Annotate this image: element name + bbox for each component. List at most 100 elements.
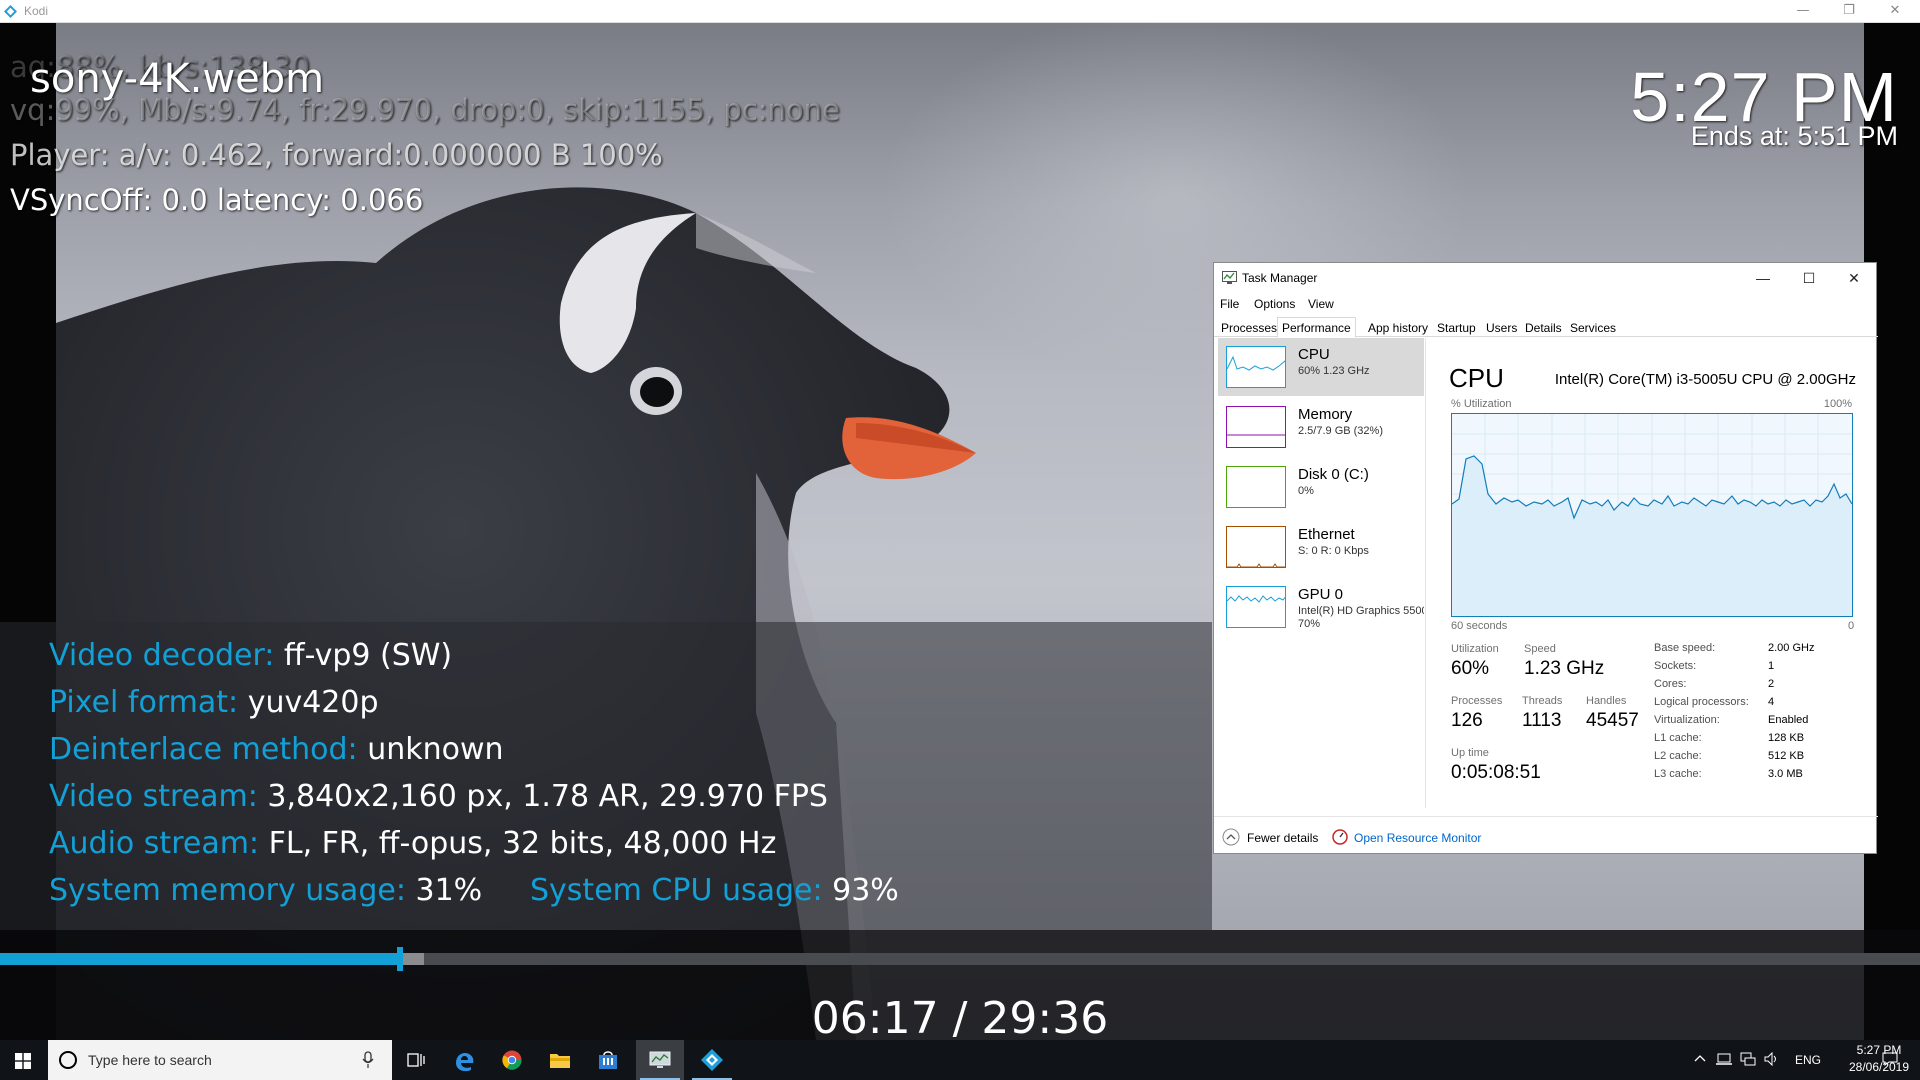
taskbar-store[interactable]	[584, 1040, 632, 1080]
task-view-icon	[407, 1053, 425, 1067]
taskbar: Type here to search ENG 5:27 PM 28/06/20…	[0, 1040, 1920, 1080]
start-button[interactable]	[0, 1040, 48, 1080]
cortana-icon	[59, 1051, 77, 1069]
tm-close-button[interactable]: ✕	[1832, 265, 1876, 291]
resource-gpu-name: GPU 0	[1298, 586, 1344, 603]
spec-value: 4	[1768, 696, 1775, 708]
pixel-format-value: yuv420p	[247, 685, 379, 720]
tab-details[interactable]: Details	[1520, 317, 1567, 337]
resource-ethernet-name: Ethernet	[1298, 526, 1355, 543]
network-icon[interactable]	[1740, 1052, 1756, 1080]
spec-key: L1 cache:	[1654, 732, 1702, 744]
video-decoder-value: ff-vp9 (SW)	[283, 638, 453, 673]
taskbar-search[interactable]: Type here to search	[48, 1040, 392, 1080]
seek-handle[interactable]	[396, 947, 403, 971]
tab-users[interactable]: Users	[1481, 317, 1522, 337]
spec-value: 3.0 MB	[1768, 768, 1803, 780]
ethernet-thumbnail	[1226, 526, 1286, 568]
spec-value: 512 KB	[1768, 750, 1805, 762]
tray-time: 5:27 PM	[1856, 1043, 1902, 1057]
utilization-value: 60%	[1451, 658, 1490, 679]
task-manager-window: Task Manager — ☐ ✕ File Options View Pro…	[1213, 262, 1878, 854]
folder-icon	[550, 1054, 570, 1068]
taskbar-chrome[interactable]	[488, 1040, 536, 1080]
task-view-button[interactable]	[392, 1040, 440, 1080]
edge-icon	[456, 1053, 474, 1072]
tm-minimize-button[interactable]: —	[1741, 265, 1785, 291]
gpu-thumbnail	[1226, 586, 1286, 628]
tab-startup[interactable]: Startup	[1432, 317, 1481, 337]
task-manager-taskbar-icon	[649, 1051, 671, 1068]
fewer-details-link[interactable]: Fewer details	[1247, 831, 1318, 845]
debug-line-player: Player: a/v: 0.462, forward:0.000000 B 1…	[10, 138, 663, 172]
tray-date: 28/06/2019	[1848, 1060, 1910, 1074]
resource-cpu[interactable]: CPU 60% 1.23 GHz	[1218, 338, 1424, 396]
disk-thumbnail	[1226, 466, 1286, 508]
resource-gpu[interactable]: GPU 0 Intel(R) HD Graphics 5500 70%	[1218, 578, 1424, 636]
menu-view[interactable]: View	[1308, 297, 1334, 311]
resource-ethernet[interactable]: Ethernet S: 0 R: 0 Kbps	[1218, 518, 1424, 576]
laptop-icon[interactable]	[1716, 1052, 1732, 1080]
memory-thumbnail	[1226, 406, 1286, 448]
taskbar-edge[interactable]	[440, 1040, 488, 1080]
taskbar-task-manager[interactable]	[636, 1040, 684, 1080]
tm-maximize-button[interactable]: ☐	[1787, 265, 1831, 291]
task-manager-titlebar[interactable]: Task Manager — ☐ ✕	[1214, 263, 1878, 293]
uptime-value: 0:05:08:51	[1451, 762, 1541, 783]
taskbar-kodi[interactable]	[688, 1040, 736, 1080]
chevron-up-icon[interactable]	[1222, 828, 1240, 846]
cpu-utilization-graph	[1451, 413, 1853, 617]
menu-options[interactable]: Options	[1254, 297, 1295, 311]
tab-app-history[interactable]: App history	[1363, 317, 1433, 337]
cpu-panel-title: CPU	[1449, 363, 1504, 393]
resource-list: CPU 60% 1.23 GHz Memory 2.5/7.9 GB (32%)…	[1214, 338, 1426, 808]
tm-footer: Fewer details Open Resource Monitor	[1214, 816, 1878, 854]
store-icon	[599, 1051, 617, 1069]
spec-value: 1	[1768, 660, 1775, 672]
resource-memory[interactable]: Memory 2.5/7.9 GB (32%)	[1218, 398, 1424, 456]
cpu-thumbnail	[1226, 346, 1286, 388]
taskbar-file-explorer[interactable]	[536, 1040, 584, 1080]
video-decoder-row: Video decoder: ff-vp9 (SW)	[49, 638, 452, 673]
resource-cpu-sub: 60% 1.23 GHz	[1298, 365, 1370, 377]
speed-label: Speed	[1524, 643, 1556, 655]
close-button[interactable]: ✕	[1872, 0, 1918, 22]
system-memory-value: 31%	[415, 873, 483, 908]
spec-key: L2 cache:	[1654, 750, 1702, 762]
resource-disk-name: Disk 0 (C:)	[1298, 466, 1369, 483]
resource-gpu-usage: 70%	[1298, 618, 1321, 630]
language-indicator[interactable]: ENG	[1795, 1053, 1821, 1080]
system-cpu-value: 93%	[832, 873, 899, 908]
video-stream-value: 3,840x2,160 px, 1.78 AR, 29.970 FPS	[267, 779, 828, 814]
resource-disk[interactable]: Disk 0 (C:) 0%	[1218, 458, 1424, 516]
resource-gpu-sub: Intel(R) HD Graphics 5500	[1298, 605, 1424, 617]
tab-processes[interactable]: Processes	[1216, 317, 1282, 337]
chevron-up-tray-icon[interactable]	[1694, 1053, 1706, 1080]
resource-memory-name: Memory	[1298, 406, 1353, 423]
graph-x-right: 0	[1848, 620, 1855, 632]
spec-value: 128 KB	[1768, 732, 1805, 744]
menu-file[interactable]: File	[1220, 297, 1239, 311]
open-resource-monitor-link[interactable]: Open Resource Monitor	[1354, 831, 1481, 845]
audio-stream-row: Audio stream: FL, FR, ff-opus, 32 bits, …	[49, 826, 776, 861]
debug-line-vsync: VSyncOff: 0.0 latency: 0.066	[10, 183, 424, 217]
tab-performance[interactable]: Performance	[1277, 317, 1356, 338]
resource-cpu-name: CPU	[1298, 346, 1330, 363]
resource-monitor-icon	[1332, 829, 1348, 845]
seek-progress	[0, 953, 401, 965]
microphone-icon[interactable]	[362, 1051, 374, 1069]
video-decoder-label: Video decoder:	[49, 638, 275, 673]
video-stream-row: Video stream: 3,840x2,160 px, 1.78 AR, 2…	[49, 779, 828, 814]
deinterlace-value: unknown	[367, 732, 504, 767]
tray-clock[interactable]: 5:27 PM 28/06/2019	[1845, 1043, 1913, 1080]
resource-ethernet-sub: S: 0 R: 0 Kbps	[1298, 545, 1369, 557]
pixel-format-label: Pixel format:	[49, 685, 239, 720]
video-stream-label: Video stream:	[49, 779, 258, 814]
restore-button[interactable]: ❐	[1826, 0, 1872, 22]
minimize-button[interactable]: —	[1780, 0, 1826, 22]
notifications-icon[interactable]	[1882, 1051, 1898, 1080]
volume-icon[interactable]	[1764, 1051, 1780, 1080]
tab-services[interactable]: Services	[1565, 317, 1621, 337]
spec-value: 2.00 GHz	[1768, 642, 1815, 654]
tm-tabs: Processes Performance App history Startu…	[1214, 317, 1878, 338]
